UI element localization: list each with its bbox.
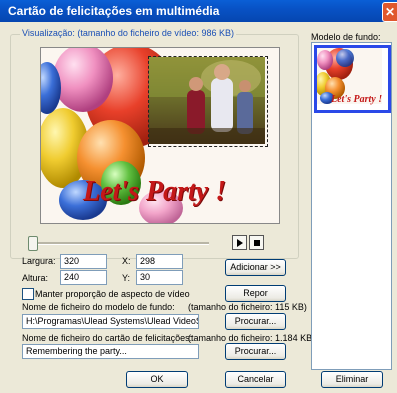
- reset-button[interactable]: Repor: [225, 285, 286, 302]
- width-label: Largura:: [22, 256, 56, 266]
- card-text: Let's Party !: [83, 176, 227, 207]
- card-browse-button[interactable]: Procurar...: [225, 343, 286, 360]
- ok-button[interactable]: OK: [126, 371, 188, 388]
- close-button[interactable]: ✕: [382, 2, 397, 22]
- card-file-size: (tamanho do ficheiro: 1.184 KB): [188, 333, 316, 343]
- background-file-size: (tamanho do ficheiro: 115 KB): [188, 302, 307, 312]
- card-file-label: Nome de ficheiro do cartão de felicitaçõ…: [22, 333, 193, 343]
- x-label: X:: [122, 256, 131, 266]
- template-thumbnail-text: Let's Party !: [331, 94, 383, 105]
- window-title: Cartão de felicitações em multimédia: [8, 4, 220, 18]
- template-thumbnail[interactable]: Let's Party !: [314, 45, 391, 113]
- height-label: Altura:: [22, 273, 49, 283]
- preview-canvas[interactable]: Let's Party !: [40, 47, 280, 224]
- stop-button[interactable]: [249, 235, 264, 250]
- stop-icon: [254, 240, 260, 246]
- video-selection-frame[interactable]: [148, 56, 268, 147]
- keep-aspect-checkbox[interactable]: [22, 288, 34, 300]
- template-panel-label: Modelo de fundo:: [311, 32, 381, 42]
- greeting-card-dialog: Cartão de felicitações em multimédia ✕ V…: [0, 0, 397, 393]
- timeline-slider-track[interactable]: [33, 242, 209, 245]
- play-button[interactable]: [232, 235, 247, 250]
- background-file-label: Nome de ficheiro do modelo de fundo:: [22, 302, 175, 312]
- preview-group-label: Visualização: (tamanho do ficheiro de ví…: [20, 28, 236, 38]
- add-button[interactable]: Adicionar >>: [225, 259, 286, 276]
- timeline-slider-thumb[interactable]: [28, 236, 38, 251]
- template-list[interactable]: Let's Party !: [311, 42, 392, 370]
- keep-aspect-label: Manter proporção de aspecto de vídeo: [35, 289, 190, 299]
- width-field[interactable]: 320: [60, 254, 107, 269]
- delete-button[interactable]: Eliminar: [321, 371, 383, 388]
- x-field[interactable]: 298: [136, 254, 183, 269]
- background-browse-button[interactable]: Procurar...: [225, 313, 286, 330]
- background-file-field[interactable]: H:\Programas\Ulead Systems\Ulead VideoSt…: [22, 314, 199, 329]
- play-icon: [237, 239, 243, 247]
- y-label: Y:: [122, 273, 131, 283]
- y-field[interactable]: 30: [136, 270, 183, 285]
- card-file-field[interactable]: Remembering the party...: [22, 344, 199, 359]
- cancel-button[interactable]: Cancelar: [225, 371, 286, 388]
- height-field[interactable]: 240: [60, 270, 107, 285]
- title-bar[interactable]: Cartão de felicitações em multimédia ✕: [0, 0, 397, 22]
